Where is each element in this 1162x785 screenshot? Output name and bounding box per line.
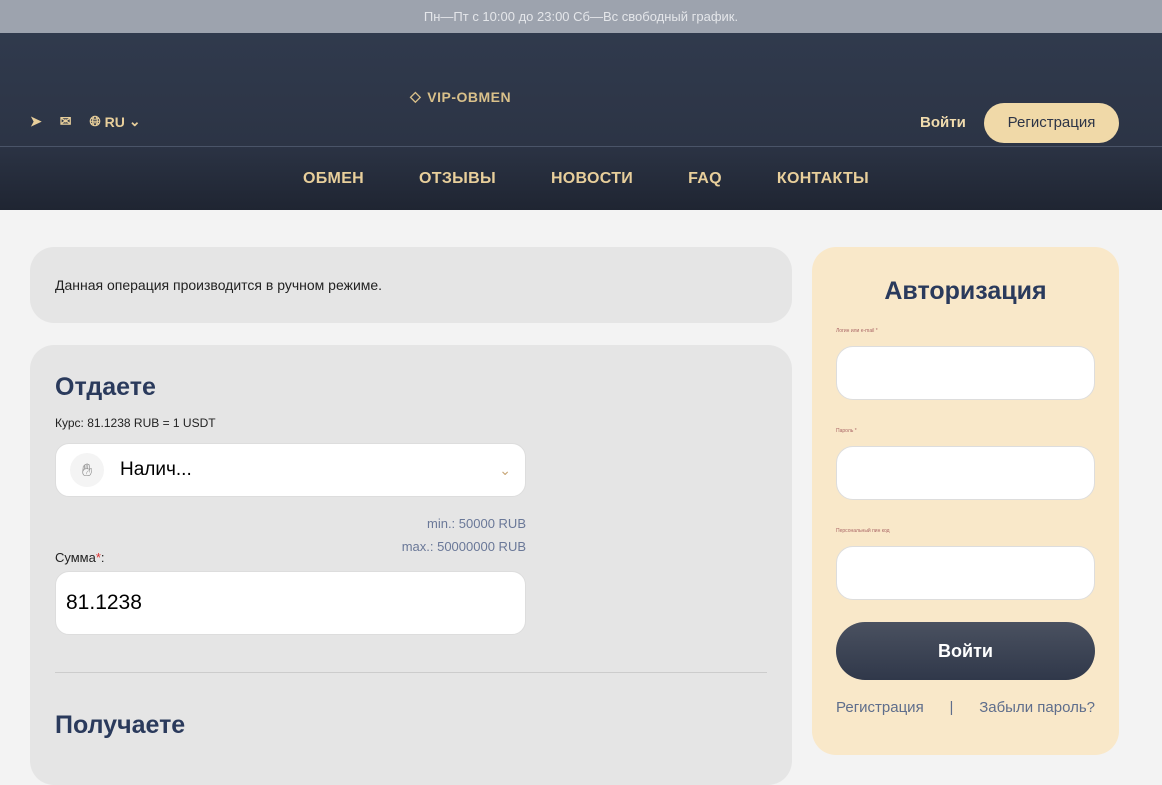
forgot-password-link[interactable]: Забыли пароль? xyxy=(979,699,1095,716)
separator: | xyxy=(949,699,954,716)
chevron-down-icon: ⌄ xyxy=(499,461,511,478)
schedule-bar: Пн—Пт с 10:00 до 23:00 Сб—Вс свободный г… xyxy=(0,0,1162,33)
globe-icon: 🌐︎ xyxy=(89,113,101,129)
currency-select[interactable]: ✋︎ Налич... ⌄ xyxy=(55,443,526,497)
exchange-panel: Отдаете Курс: 81.1238 RUB = 1 USDT ✋︎ На… xyxy=(30,345,792,785)
cash-icon: ✋︎ xyxy=(70,453,104,487)
chevron-down-icon: ⌄ xyxy=(128,113,141,129)
register-button[interactable]: Регистрация xyxy=(984,103,1119,143)
nav-exchange[interactable]: ОБМЕН xyxy=(303,170,364,188)
diamond-icon: ◇ xyxy=(410,88,422,104)
nav-reviews[interactable]: ОТЗЫВЫ xyxy=(419,170,496,188)
login-label: Логин или e-mail * xyxy=(836,328,878,334)
nav-news[interactable]: НОВОСТИ xyxy=(551,170,633,188)
login-link[interactable]: Войти xyxy=(920,114,966,131)
sum-input[interactable]: 81.1238 xyxy=(55,571,526,635)
exchange-rate: Курс: 81.1238 RUB = 1 USDT xyxy=(55,416,216,430)
pin-label: Персональный пин код xyxy=(836,528,890,534)
min-limit: min.: 50000 RUB xyxy=(427,516,526,531)
receive-title: Получаете xyxy=(55,711,186,739)
auth-title: Авторизация xyxy=(884,277,1047,305)
password-input[interactable] xyxy=(836,446,1095,500)
login-submit-button[interactable]: Войти xyxy=(836,622,1095,680)
auth-panel: Авторизация Логин или e-mail * Пароль * … xyxy=(812,247,1119,755)
telegram-icon[interactable]: ➤ xyxy=(30,113,42,130)
nav-contacts[interactable]: КОНТАКТЫ xyxy=(777,170,869,188)
main-nav: ОБМЕН ОТЗЫВЫ НОВОСТИ FAQ КОНТАКТЫ xyxy=(0,147,1162,210)
nav-faq[interactable]: FAQ xyxy=(688,170,722,188)
pin-input[interactable] xyxy=(836,546,1095,600)
divider xyxy=(55,672,767,673)
login-input[interactable] xyxy=(836,346,1095,400)
give-title: Отдаете xyxy=(55,373,156,401)
logo[interactable]: ◇ VIP-OBMEN xyxy=(410,88,511,105)
password-label: Пароль * xyxy=(836,428,857,434)
register-link[interactable]: Регистрация xyxy=(836,699,924,716)
manual-mode-notice: Данная операция производится в ручном ре… xyxy=(30,247,792,323)
mail-icon[interactable]: ✉ xyxy=(60,113,72,130)
header: ➤ ✉ 🌐︎ RU ⌄ ◇ VIP-OBMEN Войти Регистрация xyxy=(0,33,1162,147)
language-selector[interactable]: 🌐︎ RU ⌄ xyxy=(89,113,140,130)
